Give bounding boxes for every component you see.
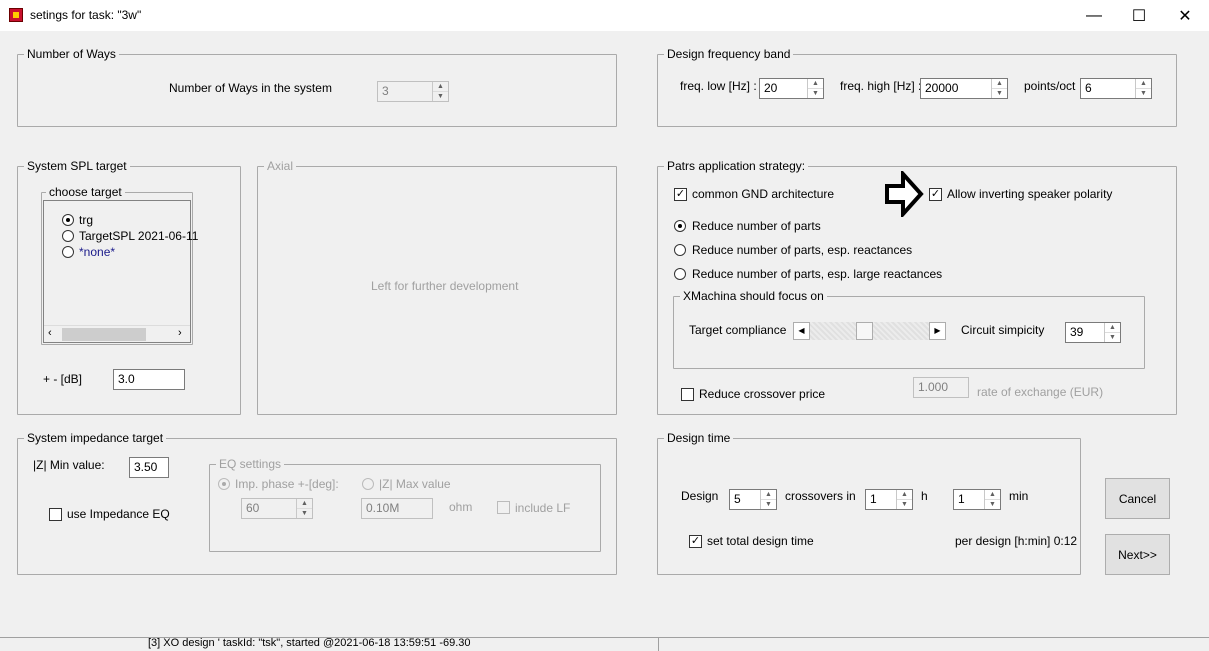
use-eq-label[interactable]: use Impedance EQ xyxy=(67,507,170,521)
design-label: Design xyxy=(681,489,719,503)
status-bar: [3] XO design ' taskId: "tsk", started @… xyxy=(0,637,1209,651)
circuit-simplicity-label: Circuit simpicity xyxy=(961,323,1045,337)
axial-caption: Axial xyxy=(264,159,297,173)
choose-target-caption: choose target xyxy=(46,185,125,199)
points-spinner[interactable]: ▲ ▼ xyxy=(1135,79,1151,98)
scroll-right-icon[interactable]: › xyxy=(178,327,182,339)
hours-unit: h xyxy=(921,489,928,503)
zmax-radio[interactable] xyxy=(362,478,374,490)
focus-slider[interactable]: ◀ ▶ xyxy=(793,322,946,340)
rate-input[interactable]: 1.000 xyxy=(913,377,969,398)
design-time-caption: Design time xyxy=(664,431,734,445)
freq-high-label: freq. high [Hz] : xyxy=(840,79,922,93)
set-total-checkbox[interactable]: ✓ xyxy=(689,535,702,548)
next-button[interactable]: Next>> xyxy=(1105,534,1170,575)
scroll-left-icon[interactable]: ‹ xyxy=(48,327,52,339)
target-compliance-label: Target compliance xyxy=(689,323,787,337)
ohm-label: ohm xyxy=(449,500,473,514)
rate-label: rate of exchange (EUR) xyxy=(977,385,1104,399)
tolerance-label: + - [dB] xyxy=(43,372,83,386)
scroll-thumb[interactable] xyxy=(62,328,146,341)
target-option-trg[interactable]: trg xyxy=(79,213,93,227)
use-eq-checkbox[interactable] xyxy=(49,508,62,521)
imp-phase-radio[interactable] xyxy=(218,478,230,490)
arrow-right-icon xyxy=(885,171,924,217)
tolerance-input[interactable]: 3.0 xyxy=(113,369,185,390)
minimize-button[interactable]: — xyxy=(1071,0,1117,31)
title-bar: setings for task: "3w" — ☐ ✕ xyxy=(0,0,1209,31)
minutes-unit: min xyxy=(1009,489,1029,503)
design-count-spinner[interactable]: ▲ ▼ xyxy=(760,490,776,509)
close-button[interactable]: ✕ xyxy=(1162,0,1208,31)
slider-thumb[interactable] xyxy=(856,322,873,340)
set-total-label[interactable]: set total design time xyxy=(707,534,814,548)
impedance-caption: System impedance target xyxy=(24,431,167,445)
reduce-parts-radio[interactable] xyxy=(674,220,686,232)
reduce-react-radio[interactable] xyxy=(674,244,686,256)
phase-spinner[interactable]: ▲ ▼ xyxy=(296,499,312,518)
target-radio-trg[interactable] xyxy=(62,214,74,226)
strategy-caption: Patrs application strategy: xyxy=(664,159,809,173)
zmin-label: |Z| Min value: xyxy=(33,458,105,472)
spl-caption: System SPL target xyxy=(24,159,130,173)
imp-phase-label: Imp. phase +-[deg]: xyxy=(235,477,339,491)
reduce-parts-label[interactable]: Reduce number of parts xyxy=(692,219,821,233)
status-text: [3] XO design ' taskId: "tsk", started @… xyxy=(148,637,471,649)
hours-spinner[interactable]: ▲ ▼ xyxy=(896,490,912,509)
include-lf-label: include LF xyxy=(515,501,571,515)
reduce-price-label[interactable]: Reduce crossover price xyxy=(699,387,825,401)
cancel-button[interactable]: Cancel xyxy=(1105,478,1170,519)
points-label: points/oct xyxy=(1024,79,1076,93)
reduce-large-label[interactable]: Reduce number of parts, esp. large react… xyxy=(692,267,942,281)
target-option-none[interactable]: *none* xyxy=(79,245,115,259)
slider-left-icon[interactable]: ◀ xyxy=(793,322,810,340)
zmin-input[interactable]: 3.50 xyxy=(129,457,169,478)
maximize-button[interactable]: ☐ xyxy=(1116,0,1162,31)
target-radio-targetspl[interactable] xyxy=(62,230,74,242)
focus-caption: XMachina should focus on xyxy=(680,289,827,303)
status-divider xyxy=(658,638,659,651)
ways-spinner[interactable]: ▲ ▼ xyxy=(432,82,448,101)
reduce-price-checkbox[interactable] xyxy=(681,388,694,401)
freq-high-spinner[interactable]: ▲ ▼ xyxy=(991,79,1007,98)
target-option-targetspl[interactable]: TargetSPL 2021-06-11 xyxy=(79,229,198,243)
per-design-label: per design [h:min] 0:12 xyxy=(955,534,1078,548)
common-gnd-label[interactable]: common GND architecture xyxy=(692,187,834,201)
target-list-scrollbar[interactable]: ‹ › xyxy=(44,325,190,342)
freq-low-label: freq. low [Hz] : xyxy=(680,79,757,93)
allow-invert-label[interactable]: Allow inverting speaker polarity xyxy=(947,187,1112,201)
window-title: setings for task: "3w" xyxy=(30,8,142,22)
zmax-input[interactable]: 0.10M xyxy=(361,498,433,519)
simplicity-spinner[interactable]: ▲ ▼ xyxy=(1104,323,1120,342)
reduce-large-radio[interactable] xyxy=(674,268,686,280)
include-lf-checkbox[interactable] xyxy=(497,501,510,514)
reduce-react-label[interactable]: Reduce number of parts, esp. reactances xyxy=(692,243,912,257)
allow-invert-checkbox[interactable]: ✓ xyxy=(929,188,942,201)
axial-placeholder: Left for further development xyxy=(371,279,519,293)
app-icon xyxy=(9,8,23,22)
eq-settings-caption: EQ settings xyxy=(216,457,285,471)
freq-low-spinner[interactable]: ▲ ▼ xyxy=(807,79,823,98)
crossovers-label: crossovers in xyxy=(785,489,856,503)
ways-caption: Number of Ways xyxy=(24,47,119,61)
common-gnd-checkbox[interactable]: ✓ xyxy=(674,188,687,201)
minutes-spinner[interactable]: ▲ ▼ xyxy=(984,490,1000,509)
freq-caption: Design frequency band xyxy=(664,47,794,61)
target-radio-none[interactable] xyxy=(62,246,74,258)
ways-label: Number of Ways in the system xyxy=(169,81,332,95)
slider-right-icon[interactable]: ▶ xyxy=(929,322,946,340)
zmax-label: |Z| Max value xyxy=(379,477,451,491)
